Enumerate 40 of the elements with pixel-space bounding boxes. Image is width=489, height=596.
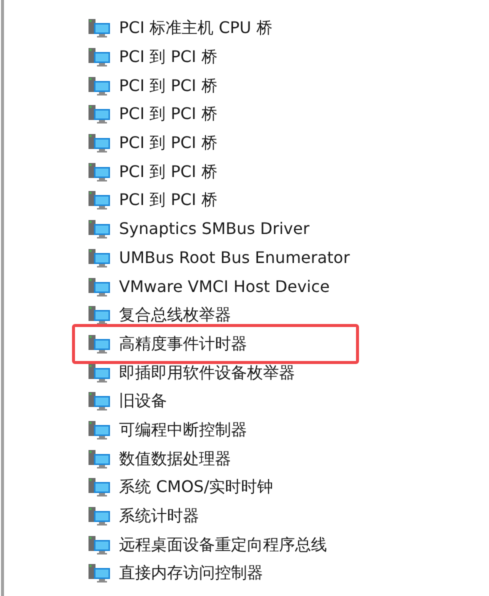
device-label[interactable]: 即插即用软件设备枚举器 — [119, 360, 295, 385]
device-label[interactable]: PCI 到 PCI 桥 — [119, 45, 218, 70]
device-label[interactable]: PCI 标准主机 CPU 桥 — [119, 16, 272, 40]
computer-icon — [88, 190, 111, 210]
device-label[interactable]: 系统 CMOS/实时时钟 — [119, 475, 274, 500]
computer-icon — [88, 448, 111, 469]
device-label[interactable]: 数值数据处理器 — [119, 446, 231, 471]
computer-icon — [88, 334, 111, 354]
computer-icon — [88, 506, 111, 526]
device-label[interactable]: 可编程中断控制器 — [119, 418, 247, 442]
device-label[interactable]: VMware VMCI Host Device — [119, 274, 330, 299]
device-label[interactable]: UMBus Root Bus Enumerator — [119, 246, 350, 270]
computer-icon — [88, 18, 111, 38]
device-label[interactable]: PCI 到 PCI 桥 — [119, 102, 218, 126]
computer-icon — [88, 162, 111, 182]
computer-icon — [88, 420, 111, 440]
device-label[interactable]: PCI 到 PCI 桥 — [119, 160, 218, 184]
device-label[interactable]: 高精度事件计时器 — [119, 332, 247, 356]
device-label[interactable]: 直接内存访问控制器 — [119, 561, 263, 586]
computer-icon — [88, 276, 111, 297]
device-label[interactable]: 系统计时器 — [119, 504, 199, 528]
computer-icon — [88, 219, 111, 240]
computer-icon — [88, 47, 111, 68]
computer-icon — [88, 534, 111, 555]
computer-icon — [88, 76, 111, 96]
computer-icon — [88, 477, 111, 498]
device-label[interactable]: PCI 到 PCI 桥 — [119, 74, 218, 98]
computer-icon — [88, 104, 111, 124]
device-label[interactable]: 旧设备 — [119, 389, 167, 414]
device-label[interactable]: Synaptics SMBus Driver — [119, 217, 310, 242]
computer-icon — [88, 133, 111, 154]
computer-icon — [88, 305, 111, 326]
device-label[interactable]: PCI 到 PCI 桥 — [119, 188, 218, 212]
device-label[interactable]: 复合总线枚举器 — [119, 303, 231, 328]
device-label[interactable]: 远程桌面设备重定向程序总线 — [119, 532, 327, 557]
computer-icon — [88, 391, 111, 412]
device-label[interactable]: PCI 到 PCI 桥 — [119, 131, 218, 156]
computer-icon — [88, 563, 111, 584]
computer-icon — [88, 362, 111, 383]
computer-icon — [88, 248, 111, 268]
